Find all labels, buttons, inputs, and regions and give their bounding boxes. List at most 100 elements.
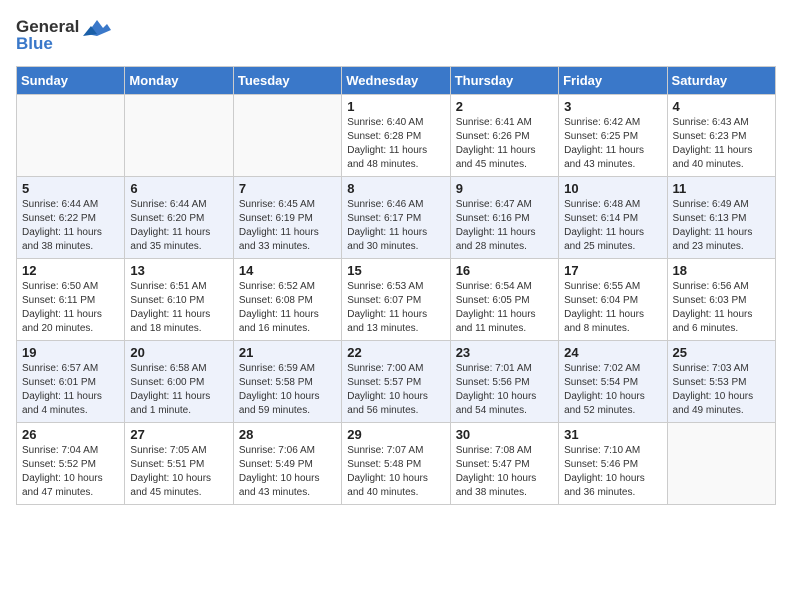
day-info: Sunrise: 6:52 AM Sunset: 6:08 PM Dayligh…	[239, 280, 336, 336]
calendar-cell	[125, 95, 233, 177]
calendar-cell: 22Sunrise: 7:00 AM Sunset: 5:57 PM Dayli…	[342, 341, 450, 423]
day-number: 8	[347, 181, 444, 196]
calendar-week-row: 5Sunrise: 6:44 AM Sunset: 6:22 PM Daylig…	[17, 177, 776, 259]
day-number: 21	[239, 345, 336, 360]
day-info: Sunrise: 6:53 AM Sunset: 6:07 PM Dayligh…	[347, 280, 444, 336]
day-number: 14	[239, 263, 336, 278]
day-info: Sunrise: 7:05 AM Sunset: 5:51 PM Dayligh…	[130, 444, 227, 500]
logo: General Blue	[16, 16, 111, 54]
calendar-cell: 10 Sunrise: 6:48 AM Sunset: 6:14 PM Dayli…	[559, 177, 667, 259]
header-tuesday: Tuesday	[233, 67, 341, 95]
calendar-cell: 12Sunrise: 6:50 AM Sunset: 6:11 PM Dayli…	[17, 259, 125, 341]
header-friday: Friday	[559, 67, 667, 95]
day-info: Sunrise: 6:46 AM Sunset: 6:17 PM Dayligh…	[347, 198, 444, 254]
day-number: 30	[456, 427, 553, 442]
day-number: 23	[456, 345, 553, 360]
calendar-cell: 26 Sunrise: 7:04 AM Sunset: 5:52 PM Dayli…	[17, 423, 125, 505]
calendar-cell: 27 Sunrise: 7:05 AM Sunset: 5:51 PM Dayli…	[125, 423, 233, 505]
day-number: 17	[564, 263, 661, 278]
header-monday: Monday	[125, 67, 233, 95]
day-info: Sunrise: 7:06 AM Sunset: 5:49 PM Dayligh…	[239, 444, 336, 500]
calendar-cell: 1 Sunrise: 6:40 AM Sunset: 6:28 PM Daylig…	[342, 95, 450, 177]
day-number: 10	[564, 181, 661, 196]
day-number: 13	[130, 263, 227, 278]
day-number: 31	[564, 427, 661, 442]
calendar-cell: 15 Sunrise: 6:53 AM Sunset: 6:07 PM Dayli…	[342, 259, 450, 341]
day-number: 11	[673, 181, 770, 196]
calendar-cell	[667, 423, 775, 505]
day-info: Sunrise: 6:50 AM Sunset: 6:11 PM Dayligh…	[22, 280, 119, 336]
day-info: Sunrise: 6:48 AM Sunset: 6:14 PM Dayligh…	[564, 198, 661, 254]
calendar-cell: 13Sunrise: 6:51 AM Sunset: 6:10 PM Dayli…	[125, 259, 233, 341]
day-number: 16	[456, 263, 553, 278]
calendar-cell: 6 Sunrise: 6:44 AM Sunset: 6:20 PM Daylig…	[125, 177, 233, 259]
day-number: 27	[130, 427, 227, 442]
calendar-cell: 16Sunrise: 6:54 AM Sunset: 6:05 PM Dayli…	[450, 259, 558, 341]
day-number: 1	[347, 99, 444, 114]
calendar-cell: 11Sunrise: 6:49 AM Sunset: 6:13 PM Dayli…	[667, 177, 775, 259]
calendar-table: SundayMondayTuesdayWednesdayThursdayFrid…	[16, 66, 776, 505]
calendar-header-row: SundayMondayTuesdayWednesdayThursdayFrid…	[17, 67, 776, 95]
day-number: 22	[347, 345, 444, 360]
day-info: Sunrise: 6:44 AM Sunset: 6:20 PM Dayligh…	[130, 198, 227, 254]
day-info: Sunrise: 6:57 AM Sunset: 6:01 PM Dayligh…	[22, 362, 119, 418]
day-info: Sunrise: 7:10 AM Sunset: 5:46 PM Dayligh…	[564, 444, 661, 500]
calendar-cell: 2Sunrise: 6:41 AM Sunset: 6:26 PM Daylig…	[450, 95, 558, 177]
logo-text-blue: Blue	[16, 34, 53, 54]
day-info: Sunrise: 7:07 AM Sunset: 5:48 PM Dayligh…	[347, 444, 444, 500]
day-info: Sunrise: 6:59 AM Sunset: 5:58 PM Dayligh…	[239, 362, 336, 418]
day-number: 28	[239, 427, 336, 442]
day-number: 18	[673, 263, 770, 278]
calendar-cell: 3 Sunrise: 6:42 AM Sunset: 6:25 PM Daylig…	[559, 95, 667, 177]
calendar-cell: 24Sunrise: 7:02 AM Sunset: 5:54 PM Dayli…	[559, 341, 667, 423]
calendar-cell: 25Sunrise: 7:03 AM Sunset: 5:53 PM Dayli…	[667, 341, 775, 423]
day-number: 19	[22, 345, 119, 360]
header-sunday: Sunday	[17, 67, 125, 95]
calendar-cell: 28 Sunrise: 7:06 AM Sunset: 5:49 PM Dayli…	[233, 423, 341, 505]
day-number: 25	[673, 345, 770, 360]
calendar-cell: 5Sunrise: 6:44 AM Sunset: 6:22 PM Daylig…	[17, 177, 125, 259]
day-number: 29	[347, 427, 444, 442]
day-number: 20	[130, 345, 227, 360]
calendar-cell: 30Sunrise: 7:08 AM Sunset: 5:47 PM Dayli…	[450, 423, 558, 505]
calendar-cell: 23 Sunrise: 7:01 AM Sunset: 5:56 PM Dayli…	[450, 341, 558, 423]
calendar-week-row: 19 Sunrise: 6:57 AM Sunset: 6:01 PM Dayli…	[17, 341, 776, 423]
calendar-cell: 18 Sunrise: 6:56 AM Sunset: 6:03 PM Dayli…	[667, 259, 775, 341]
day-info: Sunrise: 6:43 AM Sunset: 6:23 PM Dayligh…	[673, 116, 770, 172]
day-number: 4	[673, 99, 770, 114]
calendar-cell: 8 Sunrise: 6:46 AM Sunset: 6:17 PM Daylig…	[342, 177, 450, 259]
calendar-cell	[17, 95, 125, 177]
day-info: Sunrise: 7:04 AM Sunset: 5:52 PM Dayligh…	[22, 444, 119, 500]
calendar-week-row: 1 Sunrise: 6:40 AM Sunset: 6:28 PM Daylig…	[17, 95, 776, 177]
day-info: Sunrise: 6:42 AM Sunset: 6:25 PM Dayligh…	[564, 116, 661, 172]
logo-bird-icon	[83, 16, 111, 38]
day-info: Sunrise: 6:45 AM Sunset: 6:19 PM Dayligh…	[239, 198, 336, 254]
calendar-cell: 29 Sunrise: 7:07 AM Sunset: 5:48 PM Dayli…	[342, 423, 450, 505]
calendar-cell: 19 Sunrise: 6:57 AM Sunset: 6:01 PM Dayli…	[17, 341, 125, 423]
day-number: 9	[456, 181, 553, 196]
day-info: Sunrise: 6:41 AM Sunset: 6:26 PM Dayligh…	[456, 116, 553, 172]
header-saturday: Saturday	[667, 67, 775, 95]
day-info: Sunrise: 6:40 AM Sunset: 6:28 PM Dayligh…	[347, 116, 444, 172]
calendar-cell: 7 Sunrise: 6:45 AM Sunset: 6:19 PM Daylig…	[233, 177, 341, 259]
day-info: Sunrise: 6:47 AM Sunset: 6:16 PM Dayligh…	[456, 198, 553, 254]
day-number: 15	[347, 263, 444, 278]
calendar-cell: 4 Sunrise: 6:43 AM Sunset: 6:23 PM Daylig…	[667, 95, 775, 177]
day-number: 7	[239, 181, 336, 196]
calendar-cell: 14 Sunrise: 6:52 AM Sunset: 6:08 PM Dayli…	[233, 259, 341, 341]
calendar-cell: 17 Sunrise: 6:55 AM Sunset: 6:04 PM Dayli…	[559, 259, 667, 341]
day-number: 26	[22, 427, 119, 442]
day-number: 6	[130, 181, 227, 196]
calendar-cell: 21 Sunrise: 6:59 AM Sunset: 5:58 PM Dayli…	[233, 341, 341, 423]
calendar-cell: 9 Sunrise: 6:47 AM Sunset: 6:16 PM Daylig…	[450, 177, 558, 259]
day-number: 3	[564, 99, 661, 114]
day-info: Sunrise: 6:55 AM Sunset: 6:04 PM Dayligh…	[564, 280, 661, 336]
day-info: Sunrise: 6:56 AM Sunset: 6:03 PM Dayligh…	[673, 280, 770, 336]
calendar-week-row: 12Sunrise: 6:50 AM Sunset: 6:11 PM Dayli…	[17, 259, 776, 341]
page-header: General Blue	[16, 16, 776, 54]
calendar-week-row: 26 Sunrise: 7:04 AM Sunset: 5:52 PM Dayli…	[17, 423, 776, 505]
day-info: Sunrise: 6:58 AM Sunset: 6:00 PM Dayligh…	[130, 362, 227, 418]
calendar-cell: 20 Sunrise: 6:58 AM Sunset: 6:00 PM Dayli…	[125, 341, 233, 423]
day-info: Sunrise: 7:01 AM Sunset: 5:56 PM Dayligh…	[456, 362, 553, 418]
header-thursday: Thursday	[450, 67, 558, 95]
